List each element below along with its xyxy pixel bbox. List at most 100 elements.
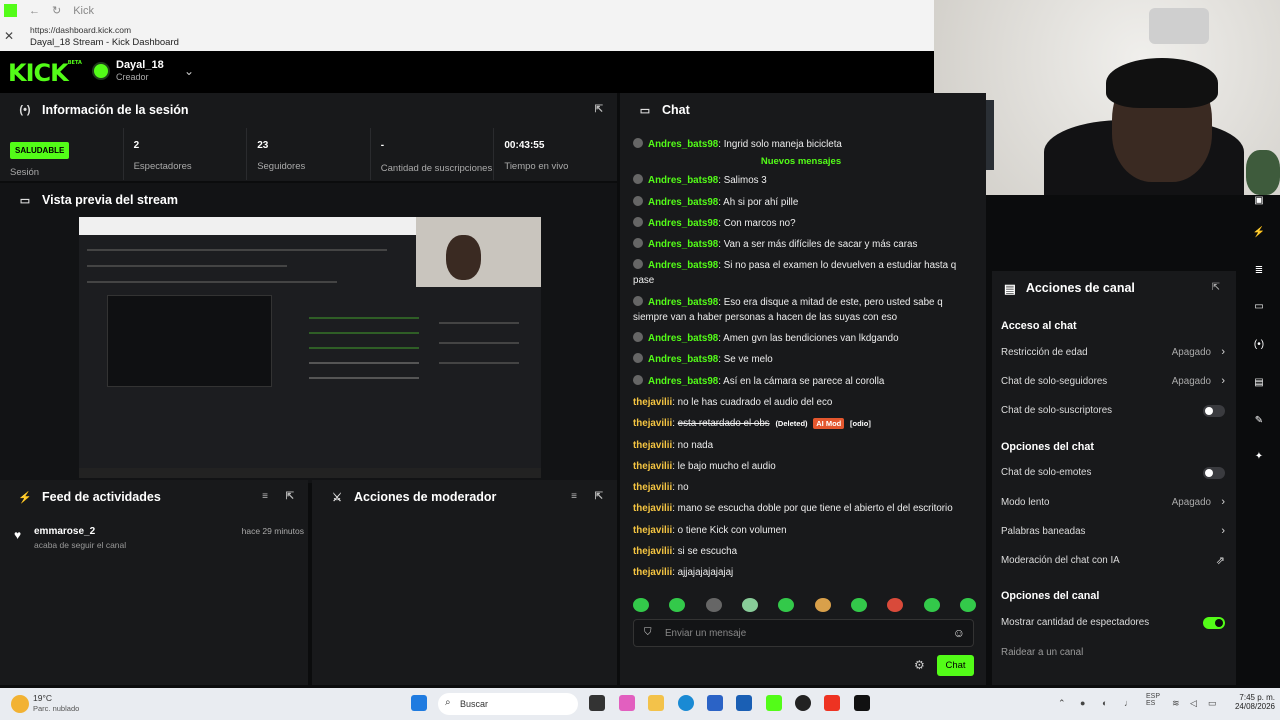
emote-icon[interactable] [887, 598, 904, 612]
weather-icon[interactable] [11, 695, 29, 713]
kick-logo[interactable]: KICKBETA [8, 59, 82, 87]
chat-icon[interactable]: ▭ [1250, 301, 1268, 315]
chat-username[interactable]: thejavilii [633, 525, 672, 536]
emote-icon[interactable] [669, 598, 686, 612]
raid-row[interactable]: Raidear a un canal [1001, 647, 1225, 661]
filter-icon[interactable]: ≡ [262, 491, 268, 502]
copilot-icon[interactable] [619, 695, 635, 711]
tray-icon[interactable]: ⌃ [1058, 698, 1066, 709]
taskview-icon[interactable] [589, 695, 605, 711]
chat-message[interactable]: thejavilii: no [633, 480, 969, 495]
chat-username[interactable]: Andres_bats98 [648, 260, 718, 271]
emote-icon[interactable] [850, 598, 867, 612]
emote-icon[interactable] [959, 598, 976, 612]
chat-message[interactable]: thejavilii: le bajo mucho el audio [633, 459, 969, 474]
chat-username[interactable]: Andres_bats98 [648, 175, 718, 186]
search-input[interactable]: ⌕ Buscar [438, 693, 578, 715]
filter-icon[interactable]: ≡ [571, 491, 577, 502]
chat-username[interactable]: thejavilii [633, 397, 672, 408]
tiktok-icon[interactable] [854, 695, 870, 711]
chat-username[interactable]: Andres_bats98 [648, 197, 718, 208]
chat-message[interactable]: Andres_bats98: Salimos 3 [633, 173, 969, 188]
refresh-icon[interactable]: ↻ [52, 4, 61, 17]
chat-message[interactable]: Andres_bats98: Se ve melo [633, 352, 969, 367]
stream-preview[interactable] [79, 217, 541, 478]
battery-icon[interactable]: ▭ [1208, 698, 1217, 709]
chat-message[interactable]: Andres_bats98: Ah si por ahí pille [633, 195, 969, 210]
chat-message[interactable]: Andres_bats98: Van a ser más difíciles d… [633, 237, 969, 252]
chat-username[interactable]: thejavilii [633, 461, 672, 472]
outlook-icon[interactable] [736, 695, 752, 711]
emotes-only-toggle[interactable] [1203, 467, 1225, 479]
chat-username[interactable]: thejavilii [633, 440, 672, 451]
chat-message[interactable]: thejavilii: o tiene Kick con volumen [633, 523, 969, 538]
tray-icon[interactable]: ◐ [1102, 698, 1107, 708]
chat-message[interactable]: Andres_bats98: Si no pasa el examen lo d… [633, 258, 969, 288]
windows-start-icon[interactable] [411, 695, 427, 711]
chat-username[interactable]: Andres_bats98 [648, 218, 718, 229]
popout-icon[interactable]: ⇱ [595, 104, 603, 115]
weather-temp[interactable]: 19°C [33, 693, 52, 703]
chat-username[interactable]: thejavilii [633, 482, 672, 493]
back-icon[interactable]: ← [29, 5, 40, 17]
explorer-icon[interactable] [648, 695, 664, 711]
chat-username[interactable]: Andres_bats98 [648, 376, 718, 387]
chat-message[interactable]: thejavilii: no le has cuadrado el audio … [633, 395, 969, 410]
chat-message[interactable]: Andres_bats98: Amen gvn las bendiciones … [633, 331, 969, 346]
tray-icon[interactable]: ● [1080, 698, 1085, 708]
speaker-icon[interactable]: ◁ [1190, 698, 1197, 709]
emoji-icon[interactable]: ☺ [953, 626, 965, 640]
chat-message[interactable]: thejavilii: no nada [633, 438, 969, 453]
chat-username[interactable]: Andres_bats98 [648, 354, 718, 365]
chat-username[interactable]: Andres_bats98 [648, 333, 718, 344]
clock[interactable]: 7:45 p. m. 24/08/2026 [1223, 693, 1275, 711]
chat-username[interactable]: thejavilii [633, 418, 672, 429]
chat-message[interactable]: thejavilii: mano se escucha doble por qu… [633, 501, 969, 516]
broadcast-icon[interactable]: (•) [1250, 339, 1268, 353]
sparkle-icon[interactable]: ✦ [1250, 451, 1268, 465]
close-icon[interactable]: ✕ [4, 29, 14, 43]
chat-username[interactable]: thejavilii [633, 567, 672, 578]
feed-user[interactable]: emmarose_2 [34, 526, 95, 537]
age-restriction-row[interactable]: Restricción de edad Apagado › [1001, 346, 1225, 361]
chat-input[interactable]: ⛉ Enviar un mensaje ☺ [633, 619, 974, 647]
followers-only-row[interactable]: Chat de solo-seguidores Apagado › [1001, 375, 1225, 390]
chat-username[interactable]: thejavilii [633, 503, 672, 514]
language-indicator[interactable]: ESP ES [1146, 693, 1160, 707]
send-chat-button[interactable]: Chat [937, 655, 974, 676]
obs-icon[interactable] [795, 695, 811, 711]
browser-tab-title[interactable]: Kick [73, 5, 94, 17]
username[interactable]: Dayal_18 [116, 59, 164, 71]
rail-icon[interactable]: ▣ [1250, 195, 1268, 209]
chat-username[interactable]: Andres_bats98 [648, 139, 718, 150]
emote-icon[interactable] [705, 598, 722, 612]
chat-message[interactable]: thejavilii: si se escucha [633, 544, 969, 559]
emote-icon[interactable] [633, 598, 649, 612]
chat-message[interactable]: Andres_bats98: Con marcos no? [633, 216, 969, 231]
weather-text[interactable]: Parc. nublado [33, 704, 79, 713]
gear-icon[interactable]: ⚙ [914, 658, 925, 672]
store-icon[interactable] [707, 695, 723, 711]
emote-icon[interactable] [778, 598, 795, 612]
chevron-down-icon[interactable]: ⌄ [184, 64, 194, 78]
chat-username[interactable]: thejavilii [633, 546, 672, 557]
url-text[interactable]: https://dashboard.kick.com [30, 25, 131, 35]
ai-moderation-row[interactable]: Moderación del chat con IA ⇗ [1001, 555, 1225, 569]
banned-words-row[interactable]: Palabras baneadas › [1001, 525, 1225, 540]
emote-icon[interactable] [923, 598, 940, 612]
bolt-icon[interactable]: ⚡ [1250, 227, 1268, 241]
emote-icon[interactable] [741, 598, 758, 612]
viewer-count-toggle[interactable] [1203, 617, 1225, 629]
stack-icon[interactable]: ▤ [1250, 377, 1268, 391]
chat-message[interactable]: thejavilii: esta retardado el obs (Delet… [633, 416, 969, 431]
emote-icon[interactable] [814, 598, 831, 612]
chat-message[interactable]: Andres_bats98: Eso era disque a mitad de… [633, 295, 969, 325]
subs-only-toggle[interactable] [1203, 405, 1225, 417]
list-icon[interactable]: ≣ [1250, 265, 1268, 279]
mic-icon[interactable]: ♩ [1124, 698, 1133, 708]
youtube-icon[interactable] [824, 695, 840, 711]
wrench-icon[interactable]: ✎ [1250, 415, 1268, 429]
avatar[interactable] [92, 62, 110, 80]
kick-app-icon[interactable] [766, 695, 782, 711]
chat-message[interactable]: Andres_bats98: Así en la cámara se parec… [633, 374, 969, 389]
